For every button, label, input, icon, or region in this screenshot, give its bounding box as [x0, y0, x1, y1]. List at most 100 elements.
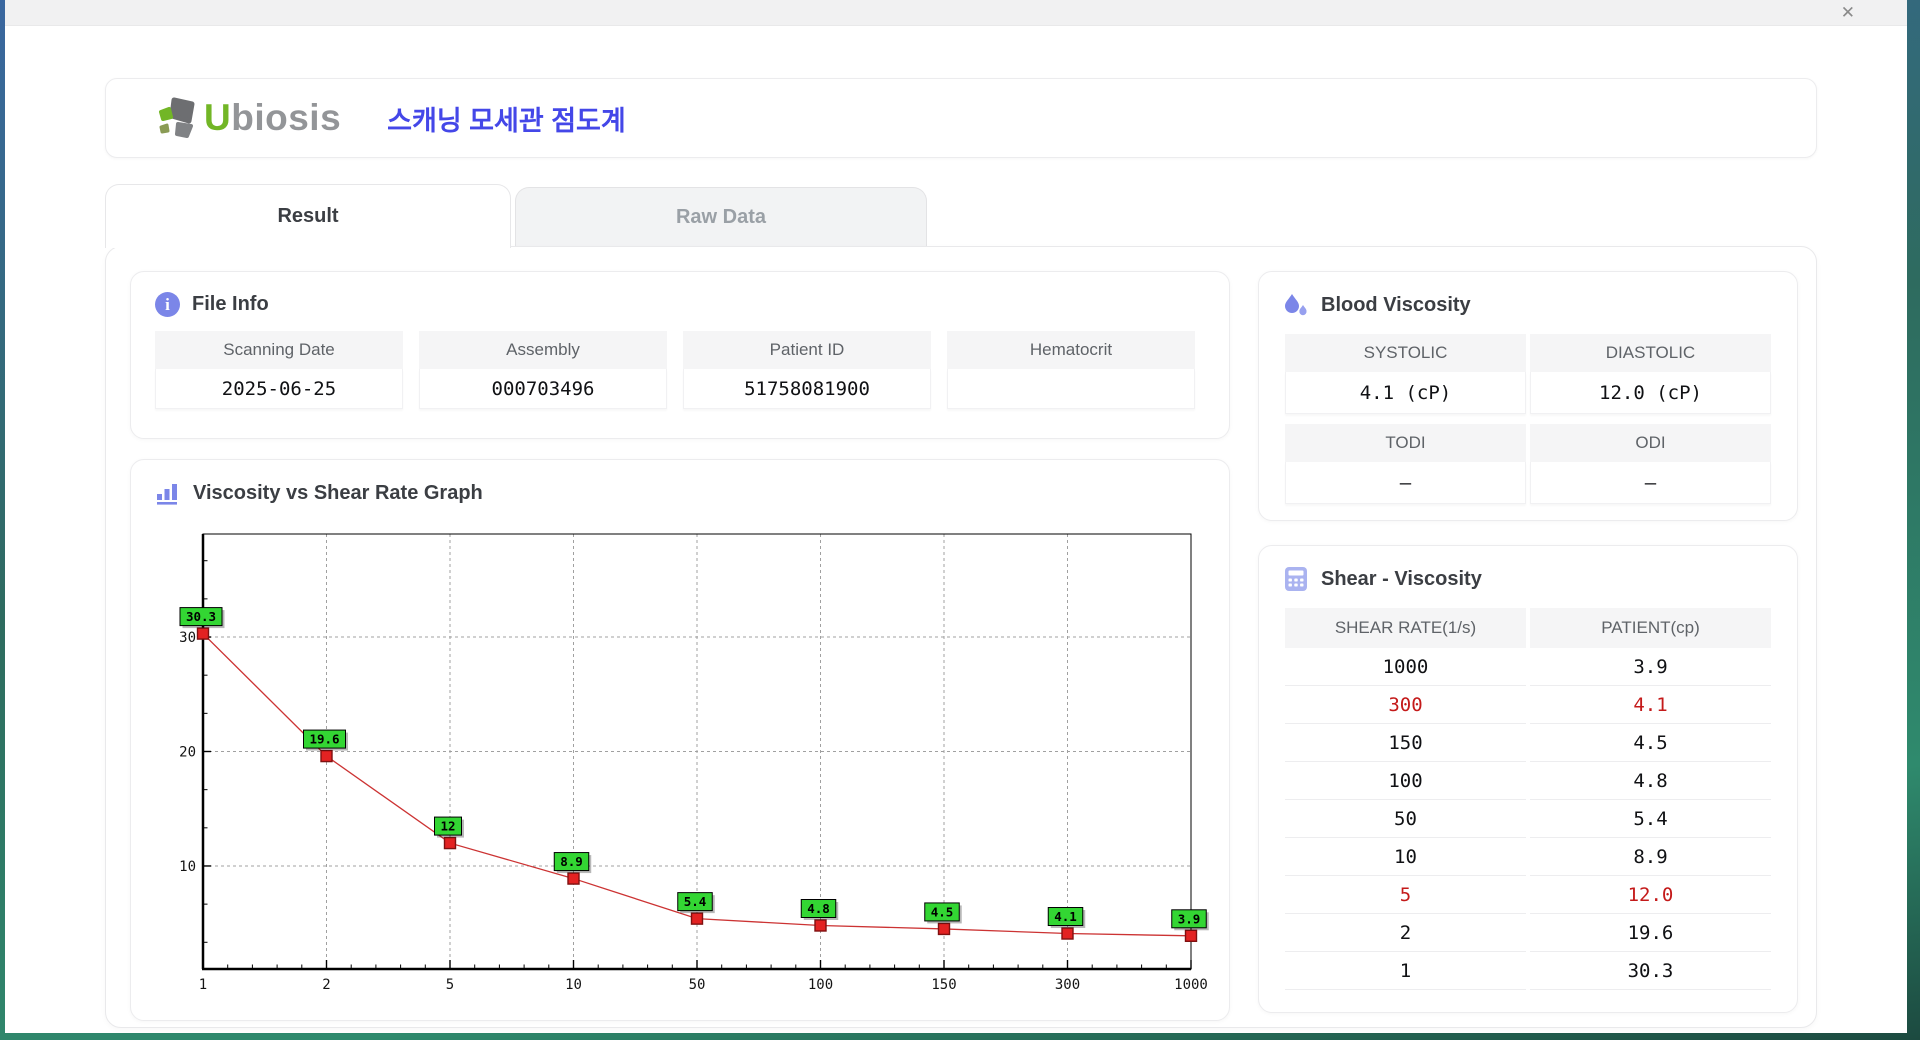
- blood-viscosity-card: Blood Viscosity SYSTOLIC DIASTOLIC 4.1 (cP…: [1258, 271, 1798, 521]
- bv-value-row: 4.1 (cP) 12.0 (cP): [1285, 372, 1771, 414]
- chart-point-label: 8.9: [560, 854, 583, 869]
- sv-row-50: 50 5.4: [1285, 800, 1771, 838]
- sv-patient-cell: 8.9: [1530, 838, 1771, 876]
- file-info-title: File Info: [192, 293, 269, 315]
- bv-value-row: – –: [1285, 462, 1771, 504]
- sv-shear-cell: 50: [1285, 800, 1526, 838]
- viscosity-chart: 1 2 5 10 50 100 150 300 100010203030.319.6128.95…: [179, 533, 1209, 993]
- file-info-field-scanning-date: Scanning Date 2025-06-25: [155, 331, 403, 409]
- sv-patient-cell: 4.1: [1530, 686, 1771, 724]
- sv-row-100: 100 4.8: [1285, 762, 1771, 800]
- bv-value-systolic: 4.1 (cP): [1285, 372, 1526, 414]
- chart-x-tick-label: 1000: [1174, 977, 1208, 993]
- shear-viscosity-card: Shear - Viscosity SHEAR RATE(1/s) PATIENT…: [1258, 545, 1798, 1013]
- bv-value-odi: –: [1530, 462, 1771, 504]
- sv-patient-cell: 3.9: [1530, 648, 1771, 686]
- sv-row-150: 150 4.5: [1285, 724, 1771, 762]
- tab-result[interactable]: Result: [105, 184, 511, 248]
- bv-header-row: SYSTOLIC DIASTOLIC: [1285, 334, 1771, 372]
- chart-x-tick-label: 150: [931, 977, 956, 993]
- file-info-card: i File Info Scanning Date 2025-06-25 Assem…: [130, 271, 1230, 439]
- sv-shear-cell: 1: [1285, 952, 1526, 990]
- chart-point: [443, 836, 457, 850]
- file-info-field-assembly: Assembly 000703496: [419, 331, 667, 409]
- file-info-field-hematocrit: Hematocrit: [947, 331, 1195, 409]
- chart-point-label: 4.5: [931, 904, 954, 919]
- bv-label-systolic: SYSTOLIC: [1285, 334, 1526, 372]
- field-label-assembly: Assembly: [419, 331, 667, 369]
- tab-raw-data[interactable]: Raw Data: [515, 187, 927, 246]
- ubiosis-logo-icon: [159, 97, 195, 138]
- graph-card: Viscosity vs Shear Rate Graph 1 2 5 10 50 100…: [130, 459, 1230, 1021]
- field-value-assembly: 000703496: [419, 369, 667, 409]
- bv-header-row: TODI ODI: [1285, 424, 1771, 462]
- sv-shear-cell: 2: [1285, 914, 1526, 952]
- chart-point: [814, 919, 827, 932]
- bv-value-diastolic: 12.0 (cP): [1530, 372, 1771, 414]
- chart-point-label: 30.3: [186, 609, 216, 624]
- sv-row-300: 300 4.1: [1285, 686, 1771, 724]
- chart-x-tick-label: 1: [199, 977, 207, 993]
- close-icon[interactable]: ✕: [1841, 1, 1855, 25]
- blood-drops-icon: [1285, 294, 1307, 316]
- bv-label-diastolic: DIASTOLIC: [1530, 334, 1771, 372]
- chart-point-label: 19.6: [309, 732, 339, 747]
- sv-column-header-0: SHEAR RATE(1/s): [1285, 608, 1526, 648]
- chart-point: [1184, 929, 1198, 943]
- chart-point: [196, 627, 210, 640]
- field-value-hematocrit: [947, 369, 1195, 409]
- sv-patient-cell: 4.8: [1530, 762, 1771, 800]
- app-header: Ubiosis 스캐닝 모세관 점도계: [105, 78, 1817, 158]
- graph-title: Viscosity vs Shear Rate Graph: [193, 481, 483, 504]
- sv-shear-cell: 100: [1285, 762, 1526, 800]
- bv-value-todi: –: [1285, 462, 1526, 504]
- sv-patient-cell: 30.3: [1530, 952, 1771, 990]
- bv-label-todi: TODI: [1285, 424, 1526, 462]
- chart-point-label: 3.9: [1178, 911, 1201, 926]
- sv-patient-cell: 4.5: [1530, 724, 1771, 762]
- shear-viscosity-title: Shear - Viscosity: [1321, 567, 1482, 590]
- chart-x-tick-label: 5: [446, 977, 454, 993]
- sv-shear-cell: 150: [1285, 724, 1526, 762]
- chart-point-label: 12: [440, 819, 455, 834]
- chart-point: [937, 922, 951, 936]
- chart-x-tick-label: 300: [1055, 977, 1080, 993]
- field-value-scanning-date: 2025-06-25: [155, 369, 403, 409]
- sv-shear-cell: 10: [1285, 838, 1526, 876]
- blood-viscosity-table: SYSTOLIC DIASTOLIC 4.1 (cP) 12.0 (cP) TODI OD…: [1259, 318, 1797, 504]
- chart-y-tick-label: 20: [179, 745, 196, 761]
- chart-x-tick-label: 10: [565, 977, 582, 993]
- chart-x-tick-label: 50: [689, 977, 706, 993]
- sv-patient-cell: 12.0: [1530, 876, 1771, 914]
- shear-viscosity-table: SHEAR RATE(1/s) PATIENT(cp) 1000 3.9 300 4.1 1…: [1259, 592, 1797, 990]
- chart-point: [567, 872, 580, 885]
- sv-row-1: 1 30.3: [1285, 952, 1771, 990]
- sv-patient-cell: 19.6: [1530, 914, 1771, 952]
- field-label-hematocrit: Hematocrit: [947, 331, 1195, 369]
- sv-row-5: 5 12.0: [1285, 876, 1771, 914]
- info-icon: i: [155, 292, 180, 317]
- ubiosis-logo: Ubiosis: [154, 97, 341, 139]
- file-info-field-patient-id: Patient ID 51758081900: [683, 331, 931, 409]
- sv-shear-cell: 300: [1285, 686, 1526, 724]
- sv-shear-cell: 5: [1285, 876, 1526, 914]
- sv-shear-cell: 1000: [1285, 648, 1526, 686]
- chart-x-tick-label: 100: [808, 977, 833, 993]
- calculator-icon: [1285, 567, 1307, 591]
- logo-text: Ubiosis: [204, 97, 342, 138]
- sv-patient-cell: 5.4: [1530, 800, 1771, 838]
- blood-viscosity-title: Blood Viscosity: [1321, 293, 1471, 316]
- bv-label-odi: ODI: [1530, 424, 1771, 462]
- chart-point: [690, 912, 704, 925]
- sv-column-header-1: PATIENT(cp): [1530, 608, 1771, 648]
- chart-y-tick-label: 10: [179, 859, 196, 875]
- field-label-scanning-date: Scanning Date: [155, 331, 403, 369]
- field-label-patient-id: Patient ID: [683, 331, 931, 369]
- file-info-fields: Scanning Date 2025-06-25 Assembly 000703496…: [131, 317, 1229, 409]
- field-value-patient-id: 51758081900: [683, 369, 931, 409]
- content-panel: i File Info Scanning Date 2025-06-25 Assem…: [105, 246, 1817, 1028]
- sv-row-2: 2 19.6: [1285, 914, 1771, 952]
- bar-chart-icon: [157, 484, 177, 505]
- chart-point: [320, 749, 333, 763]
- sv-row-10: 10 8.9: [1285, 838, 1771, 876]
